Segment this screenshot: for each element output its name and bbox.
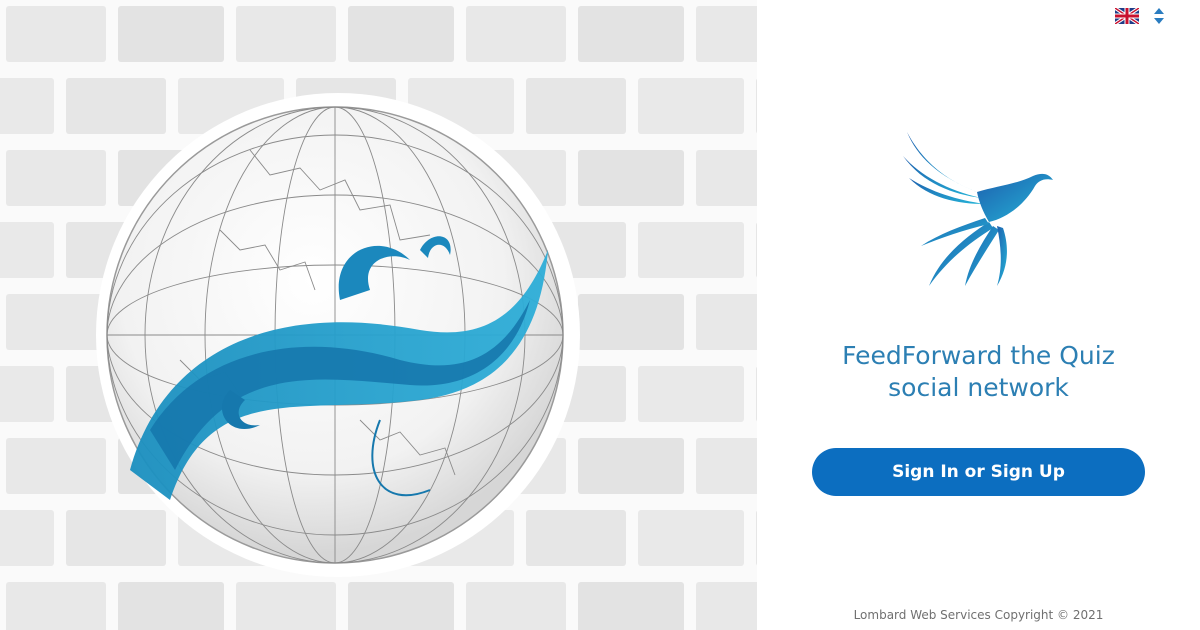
page-title: FeedForward the Quiz social network	[757, 340, 1200, 404]
auth-panel: FeedForward the Quiz social network Sign…	[757, 0, 1200, 630]
uk-flag-icon	[1115, 8, 1139, 24]
hero-image	[0, 0, 757, 630]
sign-in-button[interactable]: Sign In or Sign Up	[812, 448, 1145, 496]
bird-logo	[903, 132, 1053, 286]
headline-line-1: FeedForward the Quiz	[842, 341, 1115, 370]
globe-illustration	[0, 0, 757, 630]
select-arrows-icon	[1154, 8, 1164, 24]
copyright-footer: Lombard Web Services Copyright © 2021	[853, 608, 1104, 622]
language-selector[interactable]	[1115, 6, 1171, 26]
headline-line-2: social network	[888, 373, 1069, 402]
